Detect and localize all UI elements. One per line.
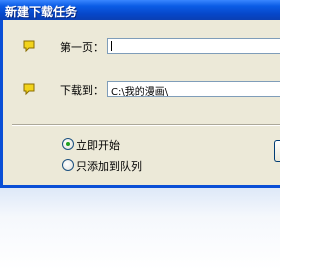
note-icon [23,83,35,96]
add-to-queue-label[interactable]: 只添加到队列 [76,158,142,174]
radio-selected-dot [66,142,70,146]
start-now-label[interactable]: 立即开始 [76,137,120,153]
window-reflection [0,188,280,270]
ok-button-partial[interactable] [274,140,280,162]
save-path-input[interactable]: C:\我的漫画\ [107,81,280,97]
first-page-input[interactable] [107,38,280,54]
start-now-radio[interactable] [62,138,74,150]
first-page-label: 第一页： [60,41,104,54]
dialog-body: 第一页： 下载到： C:\我的漫画\ 立即开始 只添加到队列 [3,20,280,185]
note-icon [23,40,35,53]
save-to-label: 下载到： [60,84,104,97]
new-download-task-dialog: 新建下载任务 第一页： 下载到： C:\我的漫画\ 立即开始 只添加到队列 [0,0,280,188]
text-caret [111,41,112,51]
window-title: 新建下载任务 [5,5,78,19]
divider [12,124,280,126]
title-bar[interactable]: 新建下载任务 [0,0,280,20]
add-to-queue-radio[interactable] [62,159,74,171]
